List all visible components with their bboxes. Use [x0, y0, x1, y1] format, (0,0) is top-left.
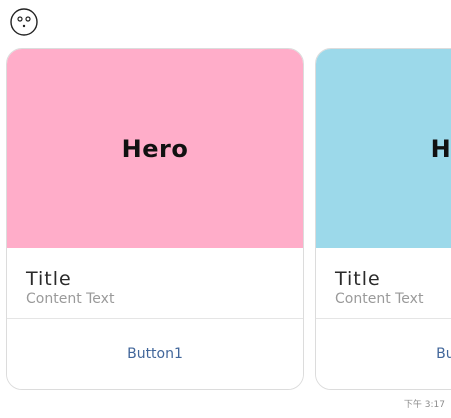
card-hero-label: Hero — [121, 134, 189, 163]
card-carousel[interactable]: Hero Title Content Text Button1 Hero Tit… — [0, 0, 451, 418]
card[interactable]: Hero Title Content Text Button1 — [6, 48, 304, 390]
card-content: Content Text — [335, 291, 424, 307]
card-title: Title — [335, 268, 381, 290]
card-hero: Hero — [7, 49, 303, 248]
card-body: Title Content Text — [316, 248, 451, 319]
card-action-area[interactable]: Button1 — [7, 319, 303, 389]
message-timestamp: 下午 3:17 — [403, 400, 445, 410]
card-action-area[interactable]: Button1 — [316, 319, 451, 389]
card[interactable]: Hero Title Content Text Button1 — [315, 48, 451, 390]
card-content: Content Text — [26, 291, 115, 307]
card-hero: Hero — [316, 49, 451, 248]
card-title: Title — [26, 268, 72, 290]
card-button[interactable]: Button1 — [127, 346, 183, 362]
card-button[interactable]: Button1 — [436, 346, 451, 362]
card-hero-label: Hero — [430, 134, 451, 163]
card-body: Title Content Text — [7, 248, 303, 319]
